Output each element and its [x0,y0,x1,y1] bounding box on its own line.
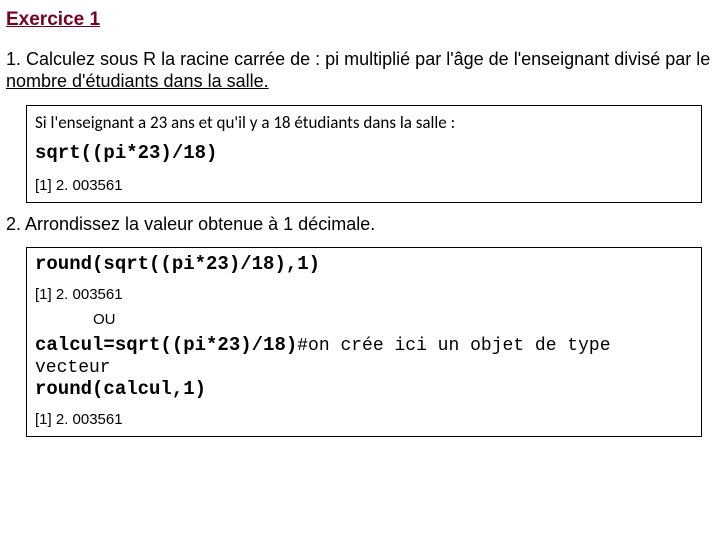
question-1-underlined: nombre d'étudiants dans la salle. [6,71,269,91]
question-1: 1. Calculez sous R la racine carrée de :… [6,48,714,93]
condition-text: Si l'enseignant a 23 ans et qu'il y a 18… [35,112,693,133]
answer-box-1: Si l'enseignant a 23 ans et qu'il y a 18… [26,105,702,203]
code-2b-line2: round(calcul,1) [35,378,206,400]
question-1-text: 1. Calculez sous R la racine carrée de :… [6,49,710,69]
output-2b: [1] 2. 003561 [35,411,693,430]
output-1: [1] 2. 003561 [35,177,693,196]
code-1: sqrt((pi*23)/18) [35,143,693,165]
code-2a: round(sqrt((pi*23)/18),1) [35,254,693,276]
exercise-title: Exercice 1 [6,8,714,32]
or-label: OU [93,311,693,330]
code-2b-line1-code: calcul=sqrt((pi*23)/18) [35,334,297,356]
answer-box-2: round(sqrt((pi*23)/18),1) [1] 2. 003561 … [26,247,702,437]
code-2b: calcul=sqrt((pi*23)/18)#on crée ici un o… [35,335,693,401]
output-2a: [1] 2. 003561 [35,286,693,305]
question-2: 2. Arrondissez la valeur obtenue à 1 déc… [6,213,714,236]
